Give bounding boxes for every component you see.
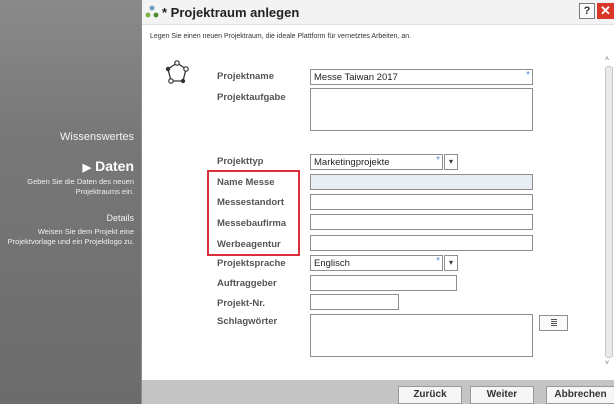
projektsprache-value: Englisch (314, 258, 350, 269)
projekttyp-value: Marketingprojekte (314, 157, 390, 168)
sidebar-step-daten[interactable]: ▶ Daten (83, 158, 134, 174)
project-room-icon (145, 5, 159, 18)
chevron-down-icon: ▾ (448, 157, 453, 166)
close-button[interactable]: ✕ (597, 3, 614, 19)
projekttyp-select[interactable]: Marketingprojekte * (310, 154, 443, 170)
auftraggeber-label: Auftraggeber (217, 278, 277, 289)
keyword-list-button[interactable] (539, 315, 568, 331)
werbeagentur-input[interactable] (310, 235, 533, 251)
help-button[interactable]: ? (579, 3, 595, 19)
werbeagentur-label: Werbeagentur (217, 239, 281, 250)
required-marker: * (436, 155, 440, 166)
schlagwoerter-label: Schlagwörter (217, 316, 278, 327)
projektname-value: Messe Taiwan 2017 (314, 72, 398, 83)
sidebar-section-title: Wissenswertes (60, 131, 134, 143)
schlagwoerter-textarea[interactable] (310, 314, 533, 357)
sidebar-step-details[interactable]: Details (106, 213, 134, 223)
list-icon (550, 319, 557, 326)
create-project-dialog: * Projektraum anlegen ? ✕ Legen Sie eine… (141, 0, 614, 404)
projektsprache-dropdown-button[interactable]: ▾ (444, 255, 458, 271)
messebaufirma-label: Messebaufirma (217, 218, 287, 229)
scroll-up-arrow[interactable]: ˄ (605, 56, 609, 63)
projektsprache-select[interactable]: Englisch * (310, 255, 443, 271)
projektaufgabe-textarea[interactable] (310, 88, 533, 131)
messestandort-label: Messestandort (217, 197, 285, 208)
projektnr-label: Projekt-Nr. (217, 298, 266, 309)
dialog-title: * Projektraum anlegen (162, 5, 300, 20)
sidebar-step-details-desc: Weisen Sie dem Projekt eine Projektvorla… (7, 227, 134, 246)
scroll-down-arrow[interactable]: ˅ (605, 360, 609, 367)
projektsprache-label: Projektsprache (217, 258, 286, 269)
form-scrollbar-thumb[interactable] (605, 66, 613, 358)
wizard-sidebar: Wissenswertes ▶ Daten Geben Sie die Daten… (0, 0, 141, 404)
projekttyp-label: Projekttyp (217, 156, 264, 167)
name-messe-label: Name Messe (217, 177, 275, 188)
chevron-down-icon: ▾ (448, 258, 453, 267)
project-network-icon (165, 60, 189, 84)
projektaufgabe-label: Projektaufgabe (217, 92, 286, 103)
sidebar-step-daten-label: Daten (95, 158, 134, 174)
dialog-subtitle: Legen Sie einen neuen Projektraum, die i… (150, 33, 412, 40)
required-marker: * (436, 256, 440, 267)
projektname-input[interactable]: Messe Taiwan 2017 * (310, 69, 533, 85)
dialog-footer (142, 380, 614, 404)
messebaufirma-input[interactable] (310, 214, 533, 230)
next-button[interactable]: Weiter (470, 386, 534, 404)
required-marker: * (526, 70, 530, 81)
dialog-titlebar: * Projektraum anlegen ? ✕ (142, 0, 614, 25)
projektname-label: Projektname (217, 71, 275, 82)
projektnr-input[interactable] (310, 294, 399, 310)
auftraggeber-input[interactable] (310, 275, 457, 291)
play-triangle-icon: ▶ (82, 162, 92, 174)
name-messe-input[interactable] (310, 174, 533, 190)
sidebar-step-daten-desc: Geben Sie die Daten des neuen Projektrau… (27, 177, 134, 196)
projekttyp-dropdown-button[interactable]: ▾ (444, 154, 458, 170)
back-button[interactable]: Zurück (398, 386, 462, 404)
messestandort-input[interactable] (310, 194, 533, 210)
cancel-button[interactable]: Abbrechen (546, 386, 614, 404)
